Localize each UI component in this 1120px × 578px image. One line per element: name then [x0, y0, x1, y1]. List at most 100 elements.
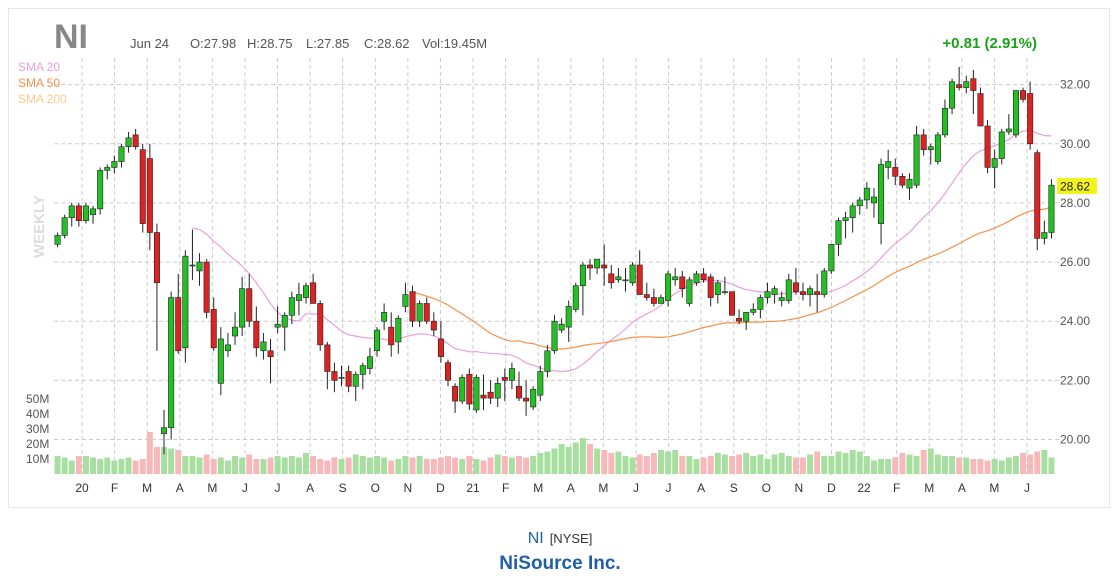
candle	[310, 273, 317, 304]
volume-bar	[82, 456, 89, 474]
time-tick-label: N	[795, 481, 804, 495]
volume-bar	[260, 459, 267, 474]
volume-bar	[274, 456, 281, 474]
candle-body	[615, 276, 622, 281]
candle-body	[807, 288, 814, 295]
candle-body	[97, 170, 104, 210]
volume-bar	[587, 444, 593, 474]
candle-body	[217, 338, 224, 384]
volume-bar	[863, 456, 870, 474]
candle	[232, 312, 239, 345]
volume-bar	[622, 456, 629, 474]
candle	[480, 374, 487, 410]
candle	[579, 262, 586, 316]
candle-body	[672, 276, 679, 281]
candle	[423, 297, 430, 325]
candle-body	[132, 134, 139, 148]
volume-bar	[1048, 457, 1055, 474]
volume-bar	[430, 459, 437, 474]
footer-exchange: [NYSE]	[549, 531, 593, 546]
volume-bar	[445, 456, 451, 474]
candle-body	[523, 397, 530, 402]
candle-body	[998, 131, 1005, 159]
candle-body	[1041, 232, 1048, 239]
candle	[807, 285, 814, 307]
candle	[814, 273, 821, 313]
candle-body	[267, 350, 274, 358]
volume-bar	[920, 450, 927, 474]
candle	[494, 377, 501, 407]
volume-bar	[203, 454, 210, 474]
candle	[203, 259, 210, 319]
candle-body	[409, 291, 416, 322]
volume-bar	[395, 459, 402, 474]
candle	[736, 309, 743, 325]
volume-bar	[523, 457, 530, 474]
volume-bar	[892, 457, 899, 474]
volume-bar	[501, 456, 508, 474]
candle	[963, 75, 970, 94]
candle-body	[423, 303, 430, 322]
volume-bar	[778, 453, 785, 474]
volume-bar	[544, 451, 551, 474]
volume-bar	[899, 453, 906, 474]
candle	[899, 173, 906, 189]
last-price-label: 28.62	[1060, 180, 1090, 194]
volume-bar	[792, 457, 799, 474]
candle-body	[90, 208, 97, 216]
candle-body	[445, 362, 452, 381]
candle-body	[295, 294, 302, 301]
time-tick-label: J	[666, 481, 672, 495]
time-tick-label: 21	[466, 481, 480, 495]
volume-bar	[608, 453, 615, 474]
volume-bar	[118, 459, 125, 474]
time-tick-label: J	[275, 481, 281, 495]
candle-body	[54, 235, 61, 245]
candle	[608, 265, 615, 289]
candle	[672, 267, 679, 286]
volume-bar	[686, 456, 693, 474]
candle-body	[743, 312, 750, 322]
time-tick-label: M	[142, 481, 152, 495]
candle	[750, 303, 757, 316]
volume-bar	[466, 456, 473, 474]
candle	[508, 362, 515, 390]
candle-body	[331, 371, 338, 381]
candle	[224, 333, 231, 357]
candle-body	[906, 178, 913, 189]
candle-body	[366, 356, 373, 369]
candle	[359, 362, 366, 390]
time-tick-label: M	[207, 481, 217, 495]
volume-bar	[849, 450, 856, 474]
volume-bar	[594, 448, 601, 474]
volume-bar	[288, 456, 295, 474]
candle-body	[721, 291, 728, 293]
candle	[260, 333, 267, 360]
volume-bar	[310, 456, 317, 474]
volume-bar	[665, 451, 672, 474]
volume-bar	[679, 456, 686, 474]
candle-body	[586, 264, 593, 269]
footer-ticker[interactable]: NI	[528, 530, 544, 547]
company-name[interactable]: NiSource Inc.	[0, 553, 1120, 575]
candle-body	[310, 282, 317, 304]
candle	[1005, 114, 1012, 135]
candle	[558, 318, 565, 334]
volume-bar	[835, 451, 842, 474]
candle-body	[1020, 90, 1027, 100]
time-tick-label: 22	[857, 481, 871, 495]
candle-body	[693, 273, 700, 284]
candle	[68, 202, 75, 227]
candle-body	[870, 196, 877, 204]
low-value: L:27.85	[306, 36, 349, 51]
volume-bar	[814, 451, 821, 474]
volume-bar	[572, 442, 579, 474]
volume-bar	[168, 448, 175, 474]
volume-bar	[977, 459, 984, 474]
candle-body	[125, 137, 132, 148]
volume-bar	[643, 456, 650, 474]
open-value: O:27.98	[190, 36, 236, 51]
candle-body	[501, 377, 508, 381]
volume-bar	[693, 459, 700, 474]
candle-body	[828, 244, 835, 272]
